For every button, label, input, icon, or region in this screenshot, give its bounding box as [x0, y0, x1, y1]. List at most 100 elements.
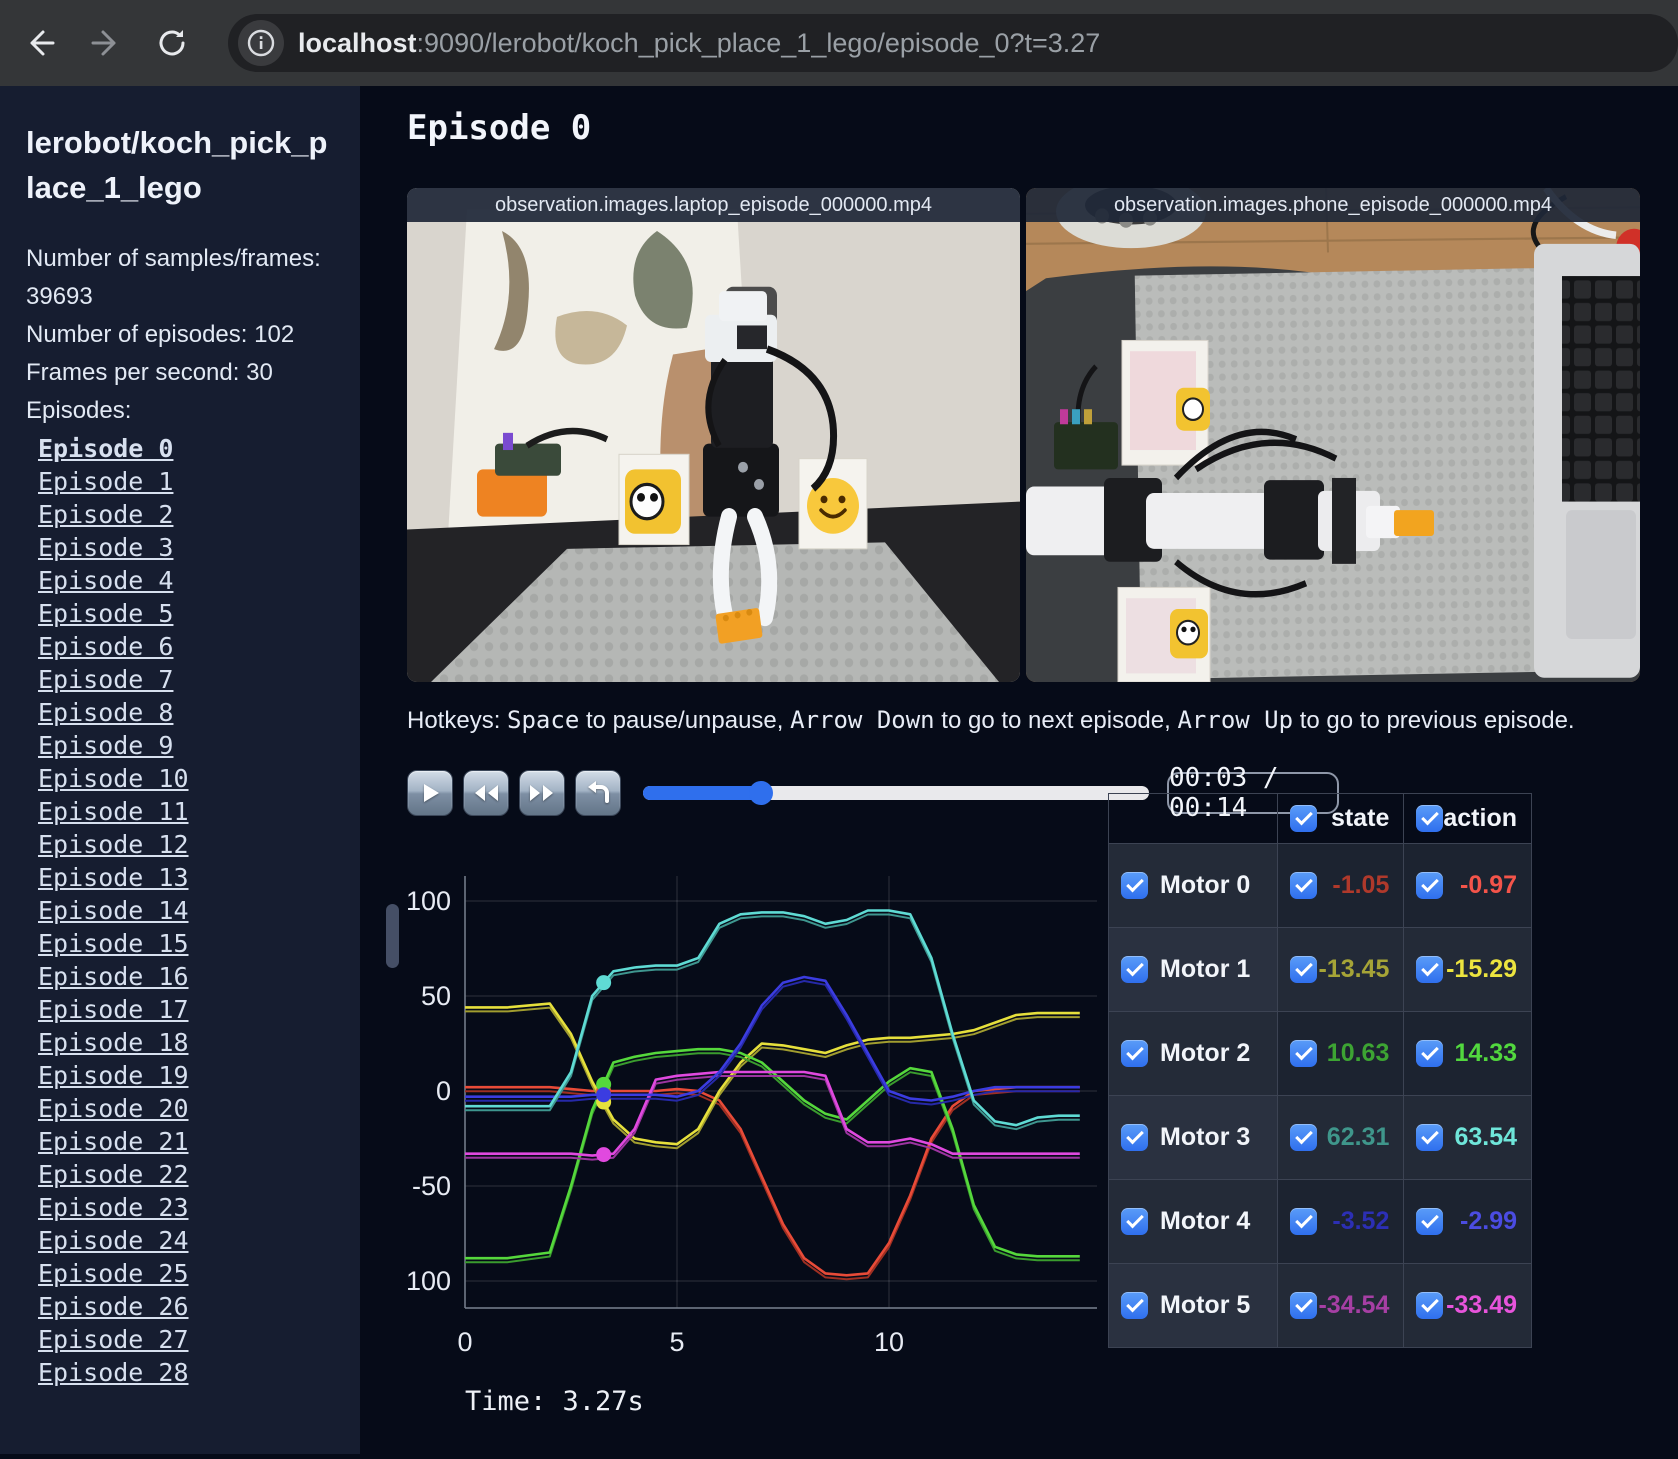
state-checkbox[interactable] [1290, 1124, 1318, 1151]
table-row: Motor 4 -3.52 -2.99 [1107, 1179, 1532, 1264]
table-row: Motor 1 -13.45 -15.29 [1107, 927, 1532, 1012]
episode-link[interactable]: Episode 23 [38, 1191, 360, 1224]
action-checkbox[interactable] [1416, 1040, 1444, 1067]
episode-link[interactable]: Episode 22 [38, 1158, 360, 1191]
video-laptop[interactable]: observation.images.laptop_episode_000000… [407, 188, 1020, 682]
motor-checkbox[interactable] [1121, 1040, 1148, 1067]
action-checkbox[interactable] [1416, 1292, 1444, 1319]
header-empty-cell [1107, 793, 1279, 844]
action-all-checkbox[interactable] [1416, 805, 1444, 832]
action-checkbox[interactable] [1416, 872, 1444, 899]
action-checkbox[interactable] [1416, 956, 1444, 983]
phone-camera-frame [1026, 188, 1640, 682]
motor-checkbox[interactable] [1121, 1208, 1148, 1235]
state-value: -34.54 [1318, 1291, 1390, 1319]
episode-link[interactable]: Episode 20 [38, 1092, 360, 1125]
page-title: Episode 0 [407, 108, 592, 148]
hotkey-arrow-up: Arrow Up [1177, 706, 1294, 734]
hugging-face-box-top [1121, 339, 1210, 466]
episode-link[interactable]: Episode 15 [38, 927, 360, 960]
motor-checkbox[interactable] [1121, 1124, 1148, 1151]
episode-link[interactable]: Episode 13 [38, 861, 360, 894]
action-value: -15.29 [1446, 955, 1517, 983]
state-value: 62.31 [1326, 1123, 1390, 1151]
episode-link[interactable]: Episode 26 [38, 1290, 360, 1323]
state-header-label: state [1330, 804, 1390, 832]
episode-link[interactable]: Episode 3 [38, 531, 360, 564]
state-value: 10.63 [1326, 1039, 1390, 1067]
episode-link[interactable]: Episode 18 [38, 1026, 360, 1059]
episode-link[interactable]: Episode 25 [38, 1257, 360, 1290]
motor-checkbox[interactable] [1121, 956, 1148, 983]
seek-slider[interactable] [643, 781, 1149, 805]
episode-link[interactable]: Episode 21 [38, 1125, 360, 1158]
motor-label: Motor 4 [1160, 1207, 1251, 1235]
episode-link[interactable]: Episode 0 [38, 432, 360, 465]
state-checkbox[interactable] [1290, 872, 1318, 899]
motor-checkbox[interactable] [1121, 872, 1148, 899]
action-checkbox[interactable] [1416, 1124, 1444, 1151]
table-row: Motor 5 -34.54 -33.49 [1107, 1263, 1532, 1348]
svg-text:0: 0 [457, 1327, 472, 1357]
svg-text:10: 10 [874, 1327, 904, 1357]
seek-slider-thumb[interactable] [748, 781, 773, 805]
site-info-button[interactable] [238, 20, 284, 66]
state-checkbox[interactable] [1290, 1292, 1318, 1319]
episode-link[interactable]: Episode 11 [38, 795, 360, 828]
svg-text:50: 50 [421, 981, 451, 1011]
episode-link[interactable]: Episode 5 [38, 597, 360, 630]
video-phone[interactable]: observation.images.phone_episode_000000.… [1026, 188, 1640, 682]
motor-label: Motor 5 [1160, 1291, 1251, 1319]
forward-button[interactable] [80, 17, 132, 69]
state-checkbox[interactable] [1290, 1040, 1318, 1067]
chart-canvas: 100 50 0 -50 -100 0 5 10 [397, 876, 1097, 1357]
state-checkbox[interactable] [1290, 1208, 1318, 1235]
state-value: -13.45 [1318, 955, 1390, 983]
episode-link[interactable]: Episode 19 [38, 1059, 360, 1092]
hotkey-space: Space [507, 706, 580, 734]
action-value: -2.99 [1460, 1207, 1517, 1235]
back-button[interactable] [14, 17, 66, 69]
loop-button[interactable] [575, 770, 621, 816]
svg-text:100: 100 [407, 886, 451, 916]
fast-forward-icon [530, 785, 553, 801]
episode-link[interactable]: Episode 4 [38, 564, 360, 597]
action-value: 63.54 [1454, 1123, 1517, 1151]
action-checkbox[interactable] [1416, 1208, 1444, 1235]
svg-text:0: 0 [436, 1076, 451, 1106]
episode-link[interactable]: Episode 27 [38, 1323, 360, 1356]
episode-link[interactable]: Episode 16 [38, 960, 360, 993]
state-checkbox[interactable] [1290, 956, 1318, 983]
episode-link[interactable]: Episode 9 [38, 729, 360, 762]
motor-table: state action Motor 0 -1.05 -0.97 Motor 1 -13… [1107, 793, 1532, 1348]
panda-box-top [1117, 586, 1211, 682]
dataset-stats: Number of samples/frames: 39693 Number o… [26, 240, 338, 392]
seek-slider-fill [643, 786, 761, 800]
episode-link[interactable]: Episode 7 [38, 663, 360, 696]
episode-link[interactable]: Episode 12 [38, 828, 360, 861]
action-value: -33.49 [1446, 1291, 1517, 1319]
episode-link[interactable]: Episode 2 [38, 498, 360, 531]
episode-link[interactable]: Episode 28 [38, 1356, 360, 1389]
fast-forward-button[interactable] [519, 770, 565, 816]
episode-link[interactable]: Episode 10 [38, 762, 360, 795]
episode-link[interactable]: Episode 14 [38, 894, 360, 927]
play-button[interactable] [407, 770, 453, 816]
motor-label: Motor 1 [1160, 955, 1251, 983]
scrollbar-thumb[interactable] [386, 904, 399, 968]
table-header-row: state action [1107, 793, 1532, 844]
motor-checkbox[interactable] [1121, 1292, 1148, 1319]
orange-brick-top [1394, 510, 1434, 536]
reload-button[interactable] [146, 17, 198, 69]
panda-box [618, 453, 690, 546]
play-icon [424, 784, 439, 802]
episode-link[interactable]: Episode 1 [38, 465, 360, 498]
rewind-button[interactable] [463, 770, 509, 816]
address-bar[interactable]: localhost:9090/lerobot/koch_pick_place_1… [228, 14, 1678, 72]
laptop [1534, 243, 1640, 678]
episode-link[interactable]: Episode 24 [38, 1224, 360, 1257]
episode-link[interactable]: Episode 6 [38, 630, 360, 663]
episode-link[interactable]: Episode 17 [38, 993, 360, 1026]
state-all-checkbox[interactable] [1290, 805, 1318, 832]
episode-link[interactable]: Episode 8 [38, 696, 360, 729]
